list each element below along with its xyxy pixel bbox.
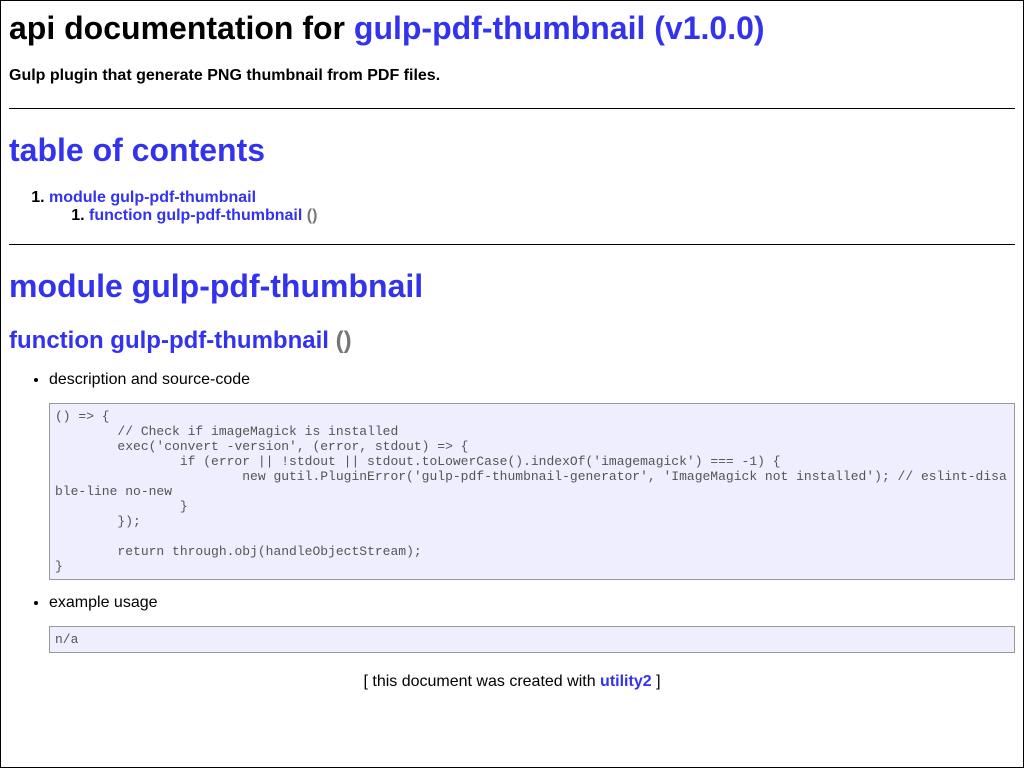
- divider: [9, 108, 1015, 109]
- footer-close: ]: [656, 673, 661, 690]
- module-heading: module gulp-pdf-thumbnail: [9, 268, 424, 304]
- toc-list: module gulp-pdf-thumbnail function gulp-…: [9, 189, 1015, 225]
- toc-function-label: function gulp-pdf-thumbnail: [89, 207, 303, 224]
- example-label: example usage: [49, 594, 158, 611]
- toc-sublist: function gulp-pdf-thumbnail (): [49, 207, 1015, 225]
- example-code-block: n/a: [49, 626, 1015, 653]
- toc-item-module: module gulp-pdf-thumbnail function gulp-…: [49, 189, 1015, 225]
- title-prefix: api documentation for: [9, 10, 345, 46]
- toc-heading: table of contents: [9, 132, 266, 168]
- function-details-list: description and source-code () => { // C…: [9, 371, 1015, 653]
- toc-function-link[interactable]: function gulp-pdf-thumbnail (): [89, 207, 317, 224]
- list-item: description and source-code () => { // C…: [49, 371, 1015, 580]
- footer: [ this document was created with utility…: [9, 673, 1015, 691]
- page: api documentation for gulp-pdf-thumbnail…: [1, 9, 1023, 691]
- utility2-link[interactable]: utility2: [600, 673, 652, 690]
- toc-item-function: function gulp-pdf-thumbnail (): [89, 207, 1015, 225]
- footer-text: [ this document was created with: [363, 673, 596, 690]
- package-description: Gulp plugin that generate PNG thumbnail …: [9, 67, 441, 84]
- source-code-block: () => { // Check if imageMagick is insta…: [49, 403, 1015, 580]
- list-item: example usage n/a: [49, 594, 1015, 653]
- function-heading: function gulp-pdf-thumbnail (): [9, 327, 1015, 355]
- page-title: api documentation for gulp-pdf-thumbnail…: [9, 9, 1015, 47]
- description-label: description and source-code: [49, 371, 251, 388]
- toc-function-parens: (): [306, 207, 318, 224]
- function-parens: (): [335, 327, 352, 354]
- function-anchor[interactable]: function gulp-pdf-thumbnail: [9, 327, 329, 354]
- toc-module-link[interactable]: module gulp-pdf-thumbnail: [49, 189, 256, 206]
- package-link[interactable]: gulp-pdf-thumbnail (v1.0.0): [354, 10, 765, 46]
- divider: [9, 244, 1015, 245]
